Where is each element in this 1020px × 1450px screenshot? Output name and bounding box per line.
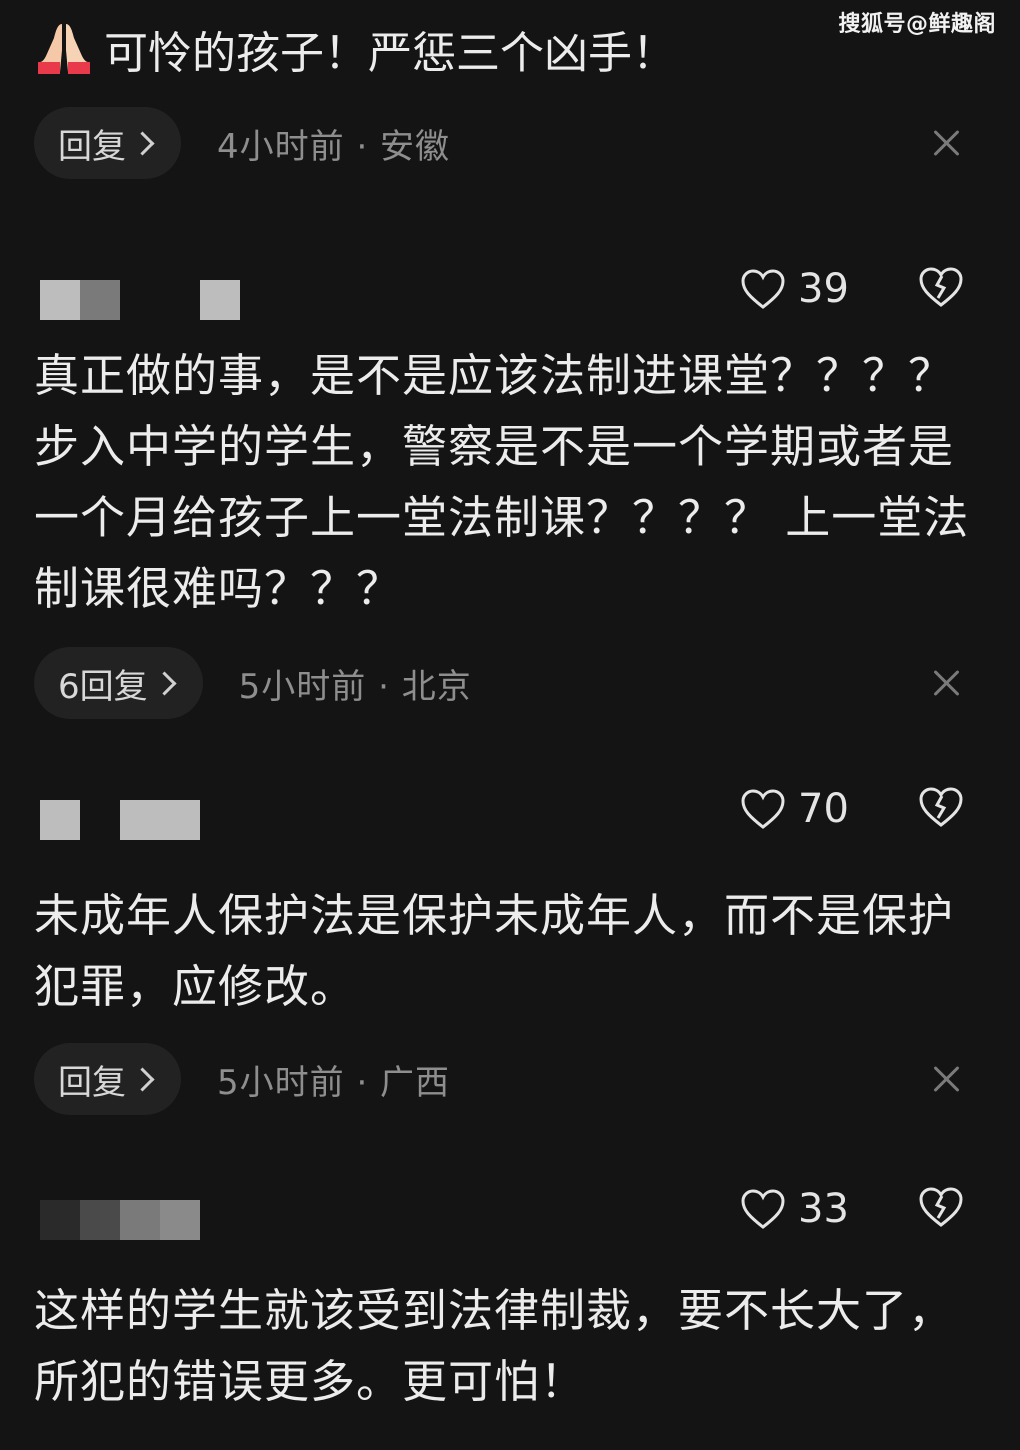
time-location: 4小时前 · 安徽 bbox=[217, 126, 451, 167]
like-count: 33 bbox=[798, 1186, 849, 1232]
comment-user-row: 33 bbox=[40, 1186, 980, 1244]
time-location: 5小时前 · 北京 bbox=[238, 666, 472, 707]
comment-user-row: 70 bbox=[40, 786, 980, 844]
username-blurred[interactable] bbox=[160, 1200, 200, 1240]
heart-icon bbox=[741, 269, 785, 309]
broken-heart-icon[interactable] bbox=[918, 1186, 964, 1228]
like-count: 70 bbox=[798, 786, 849, 832]
comment-text: 真正做的事，是不是应该法制进课堂？？？？步入中学的学生，警察是不是一个学期或者是… bbox=[34, 349, 970, 615]
close-icon[interactable] bbox=[932, 669, 960, 697]
username-blurred[interactable] bbox=[120, 800, 200, 840]
reply-label: 回复 bbox=[58, 126, 126, 167]
comment-top-text-line: 可怜的孩子！严惩三个凶手！ bbox=[34, 20, 676, 84]
watermark: 搜狐号@鲜趣阁 bbox=[838, 12, 996, 37]
like-button[interactable]: 70 bbox=[740, 786, 849, 832]
username-blurred[interactable] bbox=[80, 280, 120, 320]
reply-label: 6回复 bbox=[58, 666, 148, 707]
comment-meta: 回复 5小时前 · 广西 bbox=[34, 1043, 986, 1115]
chevron-right-icon bbox=[130, 130, 155, 156]
comment-text: 未成年人保护法是保护未成年人，而不是保护犯罪，应修改。 bbox=[34, 889, 955, 1013]
comment-user-row: 39 bbox=[40, 266, 980, 324]
comment-top-meta: 回复 4小时前 · 安徽 bbox=[34, 107, 986, 179]
close-icon[interactable] bbox=[932, 1065, 960, 1093]
like-button[interactable]: 39 bbox=[740, 266, 849, 312]
close-icon[interactable] bbox=[932, 129, 960, 157]
reply-button[interactable]: 6回复 bbox=[34, 647, 203, 719]
comment-meta: 6回复 5小时前 · 北京 bbox=[34, 647, 986, 719]
like-button[interactable]: 33 bbox=[740, 1186, 849, 1232]
heart-icon bbox=[741, 1189, 785, 1229]
comment-top-text: 可怜的孩子！严惩三个凶手！ bbox=[104, 28, 676, 79]
broken-heart-icon[interactable] bbox=[918, 786, 964, 828]
heart-icon bbox=[741, 789, 785, 829]
username-blurred[interactable] bbox=[120, 1200, 160, 1240]
reply-label: 回复 bbox=[58, 1062, 126, 1103]
reply-button[interactable]: 回复 bbox=[34, 107, 181, 179]
username-blurred[interactable] bbox=[200, 280, 240, 320]
avatar[interactable] bbox=[40, 800, 80, 840]
avatar[interactable] bbox=[40, 280, 80, 320]
avatar[interactable] bbox=[40, 1200, 80, 1240]
broken-heart-icon[interactable] bbox=[918, 266, 964, 308]
folded-hands-icon bbox=[38, 24, 90, 74]
comment-text: 这样的学生就该受到法律制裁，要不长大了，所犯的错误更多。更可怕！ bbox=[34, 1284, 955, 1408]
chevron-right-icon bbox=[152, 670, 177, 696]
username-blurred[interactable] bbox=[80, 1200, 120, 1240]
reply-button[interactable]: 回复 bbox=[34, 1043, 181, 1115]
chevron-right-icon bbox=[130, 1066, 155, 1092]
like-count: 39 bbox=[798, 266, 849, 312]
time-location: 5小时前 · 广西 bbox=[217, 1062, 451, 1103]
